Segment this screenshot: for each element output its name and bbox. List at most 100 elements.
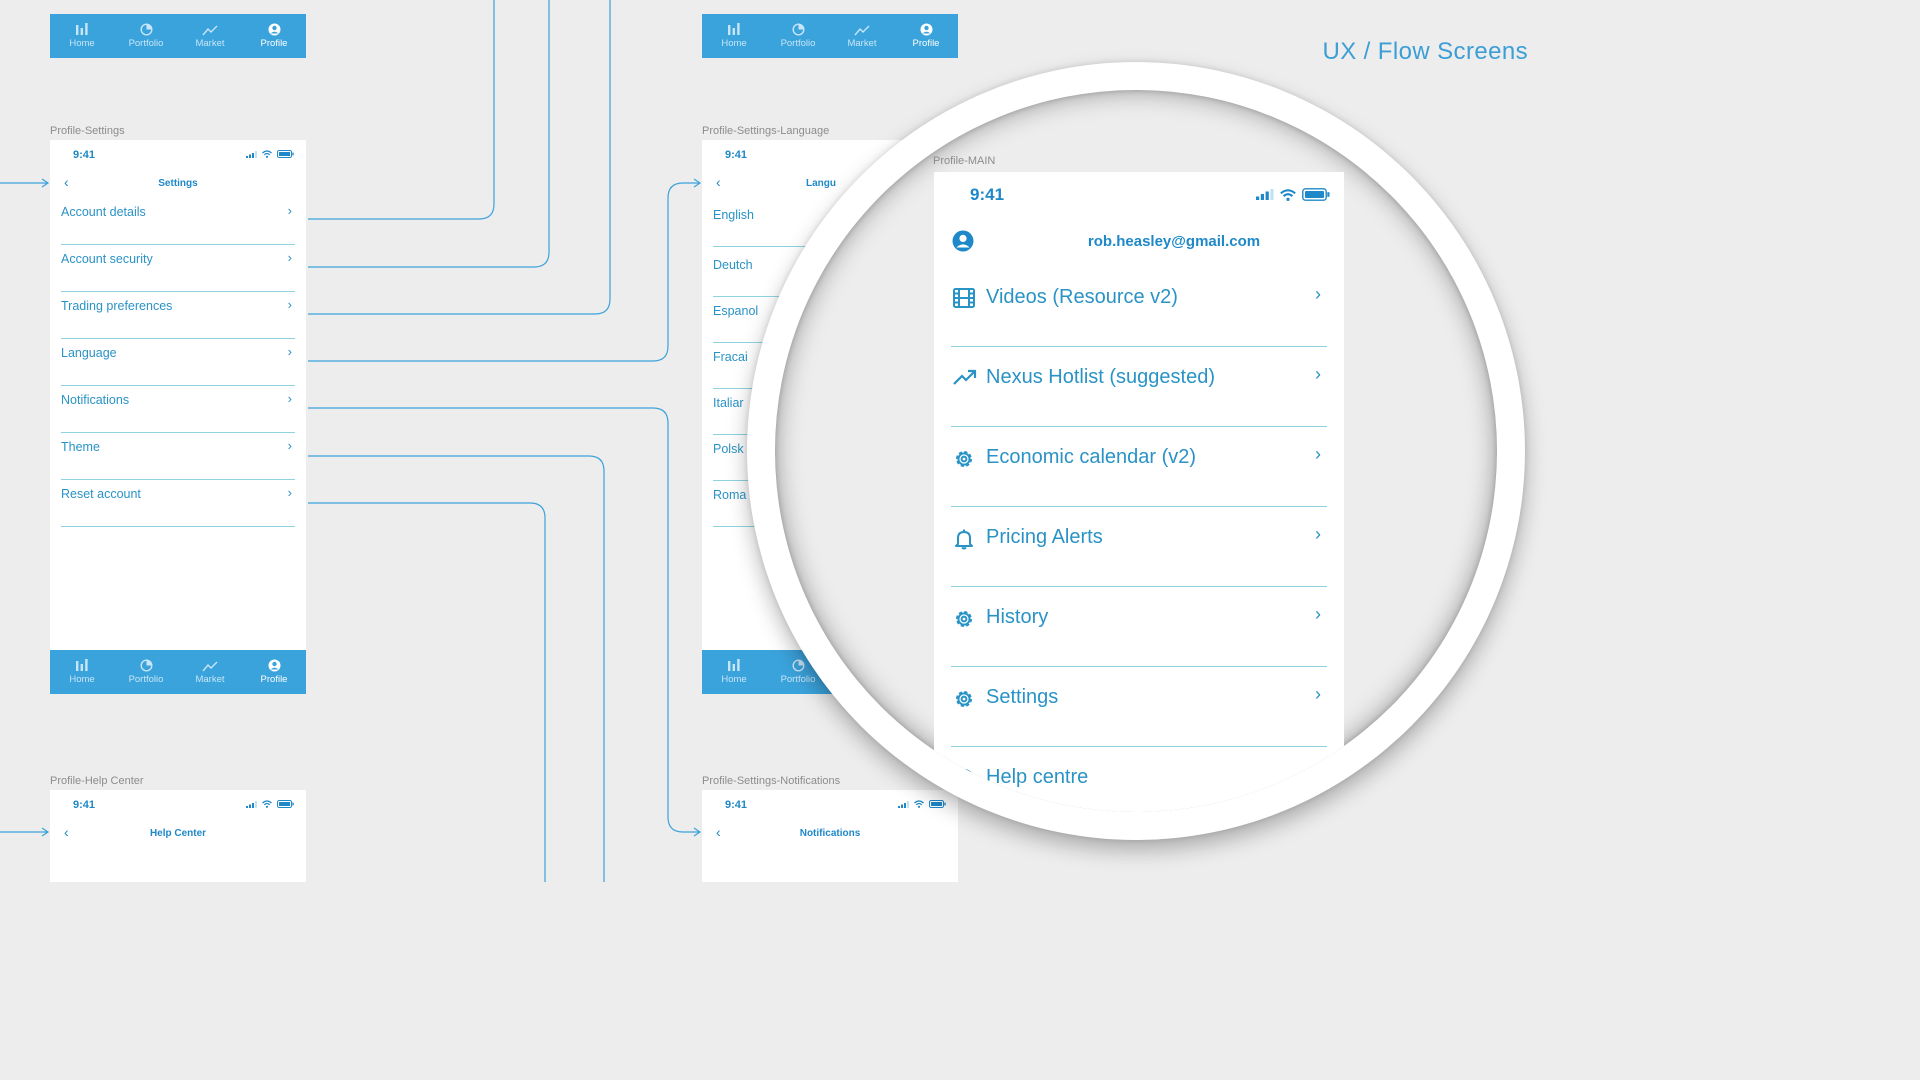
- magnifier-view: Profile-MAIN 9:41 rob.heasley@gmail.com …: [775, 90, 1497, 812]
- tab-label: Profile: [260, 674, 288, 685]
- profile-item-settings[interactable]: Settings ›: [951, 666, 1327, 747]
- settings-item-label: Account details: [61, 205, 146, 219]
- tab-label: Portfolio: [128, 674, 164, 685]
- settings-item-trading-preferences[interactable]: Trading preferences ›: [61, 291, 295, 339]
- profile-item-economic-calendar[interactable]: Economic calendar (v2) ›: [951, 426, 1327, 507]
- back-button[interactable]: ‹: [716, 174, 721, 190]
- gear-icon: [953, 608, 975, 635]
- tab-portfolio[interactable]: Portfolio: [114, 14, 178, 58]
- screen-title: Settings: [158, 178, 198, 189]
- tab-profile[interactable]: Profile: [242, 14, 306, 58]
- language-item-label: Deutch: [713, 258, 753, 272]
- settings-item-label: Theme: [61, 440, 100, 454]
- profile-user-icon: [268, 659, 280, 672]
- tab-label: Home: [721, 674, 747, 685]
- tab-portfolio[interactable]: Portfolio: [114, 650, 178, 694]
- screen-title: Notifications: [799, 828, 861, 839]
- trending-up-icon: [953, 368, 977, 391]
- profile-item-label: Nexus Hotlist (suggested): [986, 366, 1215, 388]
- status-time: 9:41: [73, 149, 96, 161]
- tabbar-top-left: Home Portfolio Market Profile: [50, 14, 306, 58]
- nav-header: ‹ Settings: [50, 170, 306, 198]
- settings-item-reset-account[interactable]: Reset account ›: [61, 479, 295, 527]
- profile-item-help-centre[interactable]: ? Help centre ›: [951, 746, 1327, 812]
- profile-item-history[interactable]: History ›: [951, 586, 1327, 667]
- tab-profile[interactable]: Profile: [242, 650, 306, 694]
- language-item-label: Espanol: [713, 304, 759, 318]
- tab-label: Profile: [260, 38, 288, 49]
- tab-label: Home: [721, 38, 747, 49]
- frame-label-help: Profile-Help Center: [50, 775, 144, 787]
- tab-label: Portfolio: [128, 38, 164, 49]
- status-icons: [1256, 188, 1330, 201]
- status-time: 9:41: [725, 149, 748, 161]
- wifi-icon: [262, 800, 272, 808]
- connector-account-security: [308, 0, 550, 268]
- profile-user-icon: [268, 23, 280, 36]
- status-time: 9:41: [73, 799, 96, 811]
- connector-language: [308, 182, 700, 362]
- tab-portfolio[interactable]: Portfolio: [766, 14, 830, 58]
- user-avatar-icon[interactable]: [952, 230, 974, 257]
- settings-item-label: Notifications: [61, 393, 130, 407]
- settings-item-language[interactable]: Language ›: [61, 338, 295, 386]
- tab-home[interactable]: Home: [50, 650, 114, 694]
- tab-market[interactable]: Market: [178, 14, 242, 58]
- connector-reset-account: [308, 502, 546, 882]
- tab-market[interactable]: Market: [178, 650, 242, 694]
- screen-title: Help Center: [149, 828, 207, 839]
- user-email: rob.heasley@gmail.com: [1087, 233, 1261, 250]
- connector-theme: [308, 455, 605, 882]
- status-bar: 9:41: [50, 140, 306, 170]
- chevron-right-icon: ›: [287, 297, 292, 312]
- tabbar: Home Portfolio Market Profile: [50, 650, 306, 694]
- tab-home[interactable]: Home: [702, 14, 766, 58]
- profile-item-nexus-hotlist[interactable]: Nexus Hotlist (suggested) ›: [951, 346, 1327, 427]
- status-time: 9:41: [725, 799, 748, 811]
- chevron-right-icon: ›: [1315, 684, 1321, 704]
- status-time: 9:41: [970, 185, 1005, 204]
- home-icon: [728, 23, 740, 35]
- profile-item-label: History: [986, 606, 1049, 628]
- chevron-right-icon: ›: [287, 203, 292, 218]
- settings-item-account-details[interactable]: Account details ›: [61, 197, 295, 245]
- tab-label: Home: [69, 38, 95, 49]
- profile-item-label: Settings: [986, 686, 1059, 708]
- nav-header: ‹ Notifications: [702, 820, 958, 848]
- chevron-right-icon: ›: [1315, 284, 1321, 304]
- tab-label: Market: [195, 673, 225, 685]
- tab-profile[interactable]: Profile: [894, 14, 958, 58]
- settings-screen: 9:41 ‹ Settings Account details › Account…: [50, 140, 306, 694]
- chevron-right-icon: ›: [287, 250, 292, 265]
- film-icon: [953, 288, 975, 313]
- battery-icon: [277, 150, 294, 158]
- status-bar: 9:41: [50, 790, 306, 820]
- chevron-right-icon: ›: [1315, 444, 1321, 464]
- gear-icon: [953, 448, 975, 475]
- wifi-icon: [1280, 188, 1296, 201]
- tab-home[interactable]: Home: [50, 14, 114, 58]
- page-heading: UX / Flow Screens: [1322, 38, 1528, 65]
- tab-home[interactable]: Home: [702, 650, 766, 694]
- profile-item-videos[interactable]: Videos (Resource v2) ›: [951, 266, 1327, 347]
- tab-label: Profile: [912, 38, 940, 49]
- tab-label: Home: [69, 674, 95, 685]
- market-trend-icon: [202, 25, 218, 35]
- connector-notifications: [308, 407, 700, 833]
- profile-main-screen: 9:41 rob.heasley@gmail.com Videos (Resou…: [934, 172, 1344, 812]
- settings-item-theme[interactable]: Theme ›: [61, 432, 295, 480]
- portfolio-pie-icon: [791, 23, 805, 36]
- language-item-label: Polsk: [713, 442, 744, 456]
- tab-market[interactable]: Market: [830, 14, 894, 58]
- profile-item-pricing-alerts[interactable]: Pricing Alerts ›: [951, 506, 1327, 587]
- settings-item-account-security[interactable]: Account security ›: [61, 244, 295, 292]
- chevron-right-icon: ›: [287, 344, 292, 359]
- tabbar-top-middle: Home Portfolio Market Profile: [702, 14, 958, 58]
- wifi-icon: [262, 150, 272, 158]
- settings-item-notifications[interactable]: Notifications ›: [61, 385, 295, 433]
- profile-item-label: Economic calendar (v2): [986, 446, 1197, 468]
- chevron-right-icon: ›: [287, 438, 292, 453]
- profile-item-label: Videos (Resource v2): [986, 286, 1178, 308]
- help-icon: ?: [953, 768, 975, 795]
- status-icons: [246, 800, 294, 808]
